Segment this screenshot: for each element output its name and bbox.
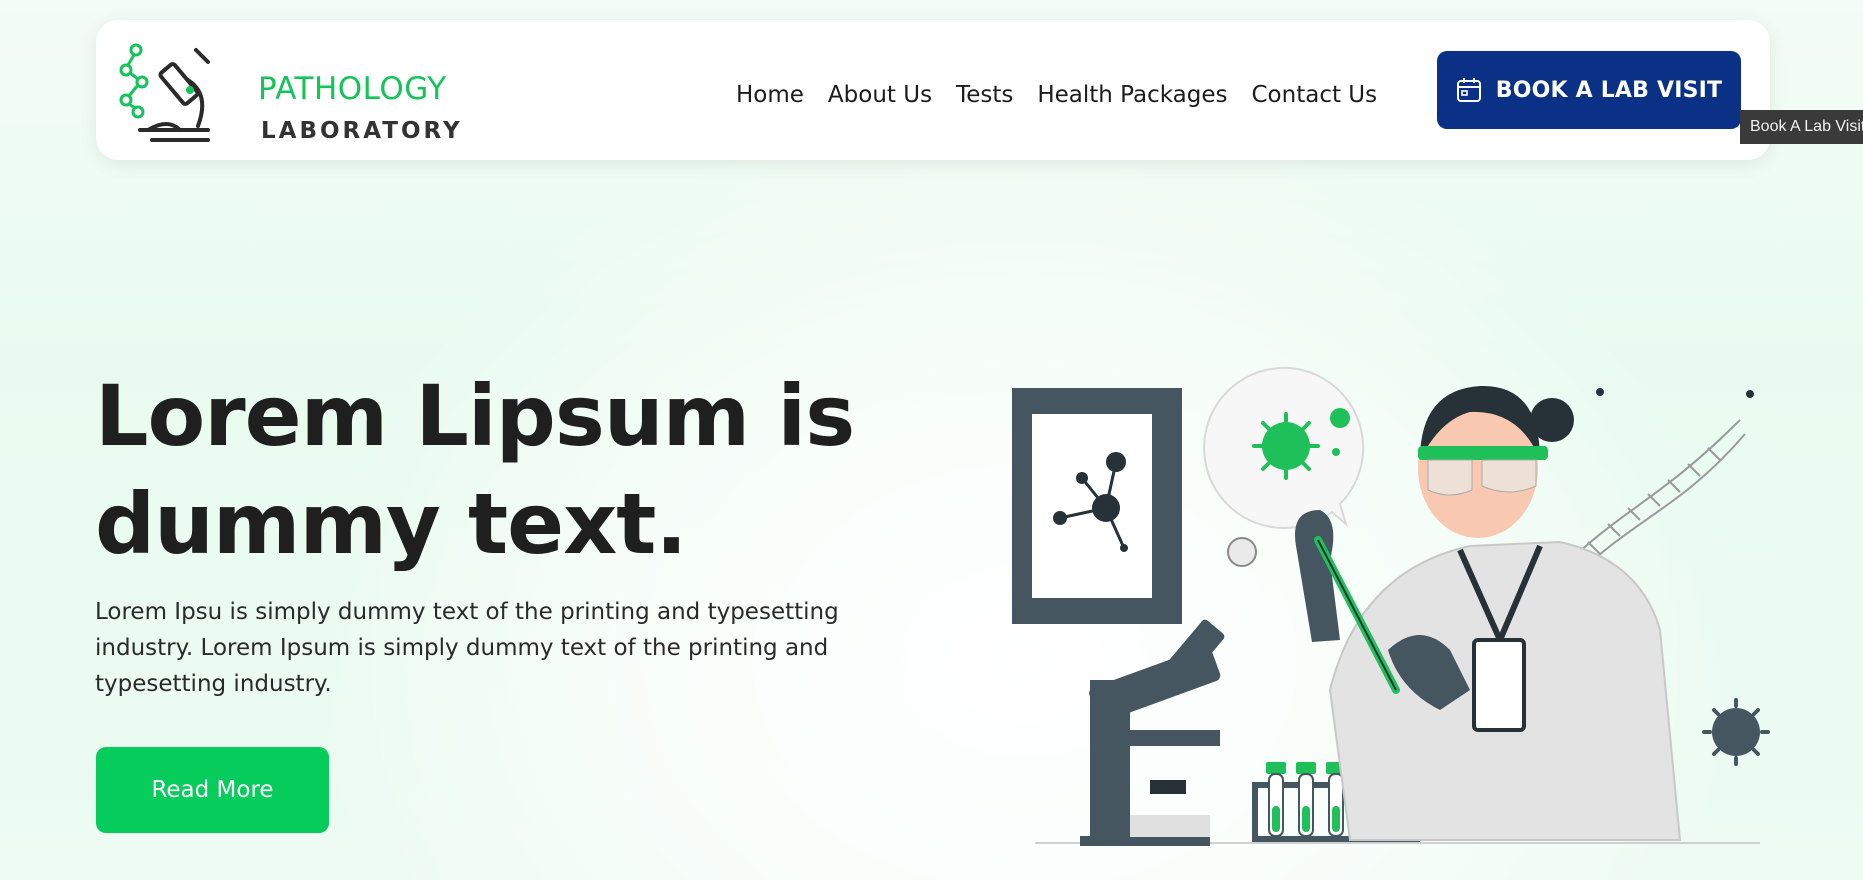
read-more-button[interactable]: Read More [96, 747, 329, 833]
hero-description: Lorem Ipsu is simply dummy text of the p… [95, 599, 839, 697]
nav-home[interactable]: Home [736, 75, 804, 115]
book-lab-visit-button[interactable]: BOOK A LAB VISIT [1437, 51, 1741, 129]
microscope-logo-icon [119, 43, 210, 142]
main-nav: Home About Us Tests Health Packages Cont… [736, 75, 1401, 115]
site-logo[interactable]: PATHOLOGY LABORATORY [118, 42, 460, 143]
scientist-lab-illustration [1000, 350, 1780, 850]
nav-health-packages[interactable]: Health Packages [1037, 75, 1227, 115]
brand-name-bottom: LABORATORY [261, 118, 463, 144]
hero-title: Lorem Lipsum is dummy text. [95, 367, 855, 573]
nav-tests[interactable]: Tests [956, 75, 1013, 115]
site-header: PATHOLOGY LABORATORY Home About Us Tests… [96, 20, 1770, 160]
nav-about-us[interactable]: About Us [828, 75, 932, 115]
book-lab-visit-tooltip: Book A Lab Visit [1740, 110, 1863, 144]
book-lab-visit-label: BOOK A LAB VISIT [1495, 77, 1723, 103]
calendar-icon [1456, 78, 1481, 102]
nav-contact-us[interactable]: Contact Us [1252, 75, 1378, 115]
brand-name-top: PATHOLOGY [258, 71, 447, 107]
